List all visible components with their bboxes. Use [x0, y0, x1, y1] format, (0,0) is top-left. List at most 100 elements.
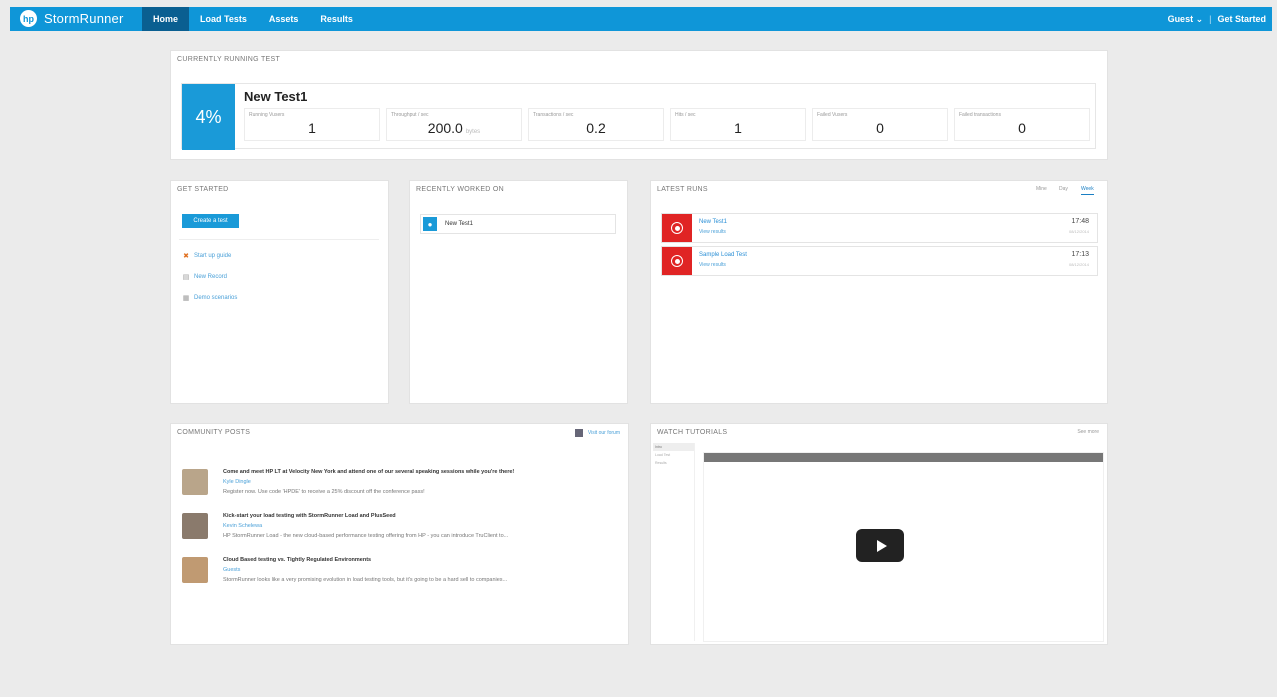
metric-label: Throughput / sec	[391, 112, 429, 118]
post-author[interactable]: Kyle Dingle	[223, 479, 251, 485]
panel-title: Community posts	[177, 429, 251, 436]
doc-icon: ▤	[182, 274, 190, 281]
panel-title: Recently worked on	[416, 186, 504, 193]
run-name-link[interactable]: New Test1	[699, 219, 727, 225]
recent-item-label: New Test1	[445, 221, 473, 227]
metric-throughput: Throughput / sec 200.0 bytes	[386, 108, 522, 141]
post-body: StormRunner looks like a very promising …	[223, 577, 508, 583]
view-results-link[interactable]: View results	[699, 229, 726, 235]
metric-value: 0	[876, 120, 884, 136]
recent-item[interactable]: ● New Test1	[420, 214, 616, 234]
run-date: 08/12/2014	[1068, 229, 1089, 234]
metric-failed-transactions: Failed transactions 0	[954, 108, 1090, 141]
tutorial-item[interactable]: Intro	[653, 443, 694, 451]
brand[interactable]: hp StormRunner	[20, 10, 124, 27]
post-author[interactable]: Guests	[223, 567, 240, 573]
tutorial-list: Intro Load Test Results	[653, 443, 695, 641]
post-title[interactable]: Cloud Based testing vs. Tightly Regulate…	[223, 557, 371, 563]
link-label: Start up guide	[194, 253, 232, 259]
video-toolbar	[704, 453, 1103, 462]
visit-forum-link[interactable]: Visit our forum	[574, 429, 620, 437]
hp-logo-icon: hp	[20, 10, 37, 27]
get-started-panel: Get started Create a test ✖ Start up gui…	[170, 180, 389, 404]
link-label: Demo scenarios	[194, 295, 238, 301]
community-posts-panel: Community posts Visit our forum Come and…	[170, 423, 629, 645]
tutorial-item[interactable]: Results	[653, 459, 694, 467]
divider	[179, 239, 379, 240]
filter-mine[interactable]: Mine	[1036, 186, 1047, 192]
link-label: New Record	[194, 274, 228, 280]
metric-value: 0	[1018, 120, 1026, 136]
metric-hits: Hits / sec 1	[670, 108, 806, 141]
post-body: Register now. Use code 'HPDE' to receive…	[223, 489, 425, 495]
new-record-link[interactable]: ▤ New Record	[182, 273, 227, 281]
user-menu[interactable]: Guest ⌄	[1168, 7, 1204, 31]
run-row[interactable]: Sample Load Test View results 17:13 08/1…	[661, 246, 1098, 276]
watch-tutorials-panel: Watch tutorials See more Intro Load Test…	[650, 423, 1108, 645]
view-results-link[interactable]: View results	[699, 262, 726, 268]
recently-worked-on-panel: Recently worked on ● New Test1	[409, 180, 628, 404]
panel-title: Watch tutorials	[657, 429, 728, 436]
metric-running-vusers: Running Vusers 1	[244, 108, 380, 141]
panel-title: Currently running test	[177, 56, 281, 63]
avatar	[182, 557, 208, 583]
forum-icon	[574, 429, 583, 437]
run-row[interactable]: New Test1 View results 17:48 08/12/2014	[661, 213, 1098, 243]
run-time: 17:48	[1071, 218, 1089, 225]
panel-title: Get started	[177, 186, 229, 193]
run-name-link[interactable]: Sample Load Test	[699, 252, 747, 258]
metric-label: Hits / sec	[675, 112, 696, 118]
get-started-link[interactable]: Get Started	[1217, 7, 1266, 31]
post-body: HP StormRunner Load - the new cloud-base…	[223, 533, 509, 539]
metric-value: 1	[734, 120, 742, 136]
tab-load-tests[interactable]: Load Tests	[189, 7, 258, 31]
failed-status-icon	[662, 214, 692, 242]
app-name: StormRunner	[44, 11, 124, 26]
run-time: 17:13	[1071, 251, 1089, 258]
metric-label: Running Vusers	[249, 112, 285, 118]
top-bar: hp StormRunner Home Load Tests Assets Re…	[10, 7, 1272, 31]
metric-label: Transactions / sec	[533, 112, 574, 118]
avatar	[182, 469, 208, 495]
create-test-button[interactable]: Create a test	[182, 214, 239, 228]
tab-home[interactable]: Home	[142, 7, 190, 31]
x-icon: ✖	[183, 253, 189, 260]
metric-value: 0.2	[586, 120, 606, 136]
chevron-down-icon: ⌄	[1195, 14, 1204, 24]
panel-title: Latest runs	[657, 186, 708, 193]
video-player[interactable]	[703, 452, 1104, 642]
tab-results[interactable]: Results	[309, 7, 364, 31]
avatar	[182, 513, 208, 539]
tutorial-item[interactable]: Load Test	[653, 451, 694, 459]
main-nav: Home Load Tests Assets Results	[142, 7, 364, 31]
top-right-menu: Guest ⌄ | Get Started	[1168, 7, 1266, 31]
metric-value: 1	[308, 120, 316, 136]
metric-label: Failed transactions	[959, 112, 1001, 118]
run-date: 08/12/2014	[1068, 262, 1089, 267]
latest-runs-panel: Latest runs Mine Day Week New Test1 View…	[650, 180, 1108, 404]
running-test-card[interactable]: 4% New Test1 Running Vusers 1 Throughput…	[181, 83, 1096, 150]
filter-week[interactable]: Week	[1081, 186, 1094, 195]
startup-guide-link[interactable]: ✖ Start up guide	[182, 252, 231, 260]
post-author[interactable]: Kevin Schelewa	[223, 523, 262, 529]
tab-assets[interactable]: Assets	[258, 7, 310, 31]
currently-running-panel: Currently running test 4% New Test1 Runn…	[170, 50, 1108, 160]
metric-label: Failed Vusers	[817, 112, 848, 118]
metric-transactions: Transactions / sec 0.2	[528, 108, 664, 141]
metric-unit: bytes	[465, 129, 481, 135]
failed-status-icon	[662, 247, 692, 275]
progress-percent: 4%	[182, 84, 235, 150]
post-title[interactable]: Kick-start your load testing with StormR…	[223, 513, 396, 519]
play-icon[interactable]	[856, 529, 904, 562]
filter-day[interactable]: Day	[1059, 186, 1068, 192]
running-test-name[interactable]: New Test1	[244, 89, 307, 104]
user-icon: ●	[423, 217, 437, 231]
demo-scenarios-link[interactable]: ▦ Demo scenarios	[182, 294, 238, 302]
see-more-link[interactable]: See more	[1077, 429, 1099, 435]
follow-label: Visit our forum	[587, 430, 620, 436]
metric-failed-vusers: Failed Vusers 0	[812, 108, 948, 141]
post-title[interactable]: Come and meet HP LT at Velocity New York…	[223, 469, 514, 475]
metric-value: 200.0 bytes	[427, 120, 481, 136]
user-label: Guest	[1167, 14, 1194, 24]
divider: |	[1209, 14, 1212, 24]
